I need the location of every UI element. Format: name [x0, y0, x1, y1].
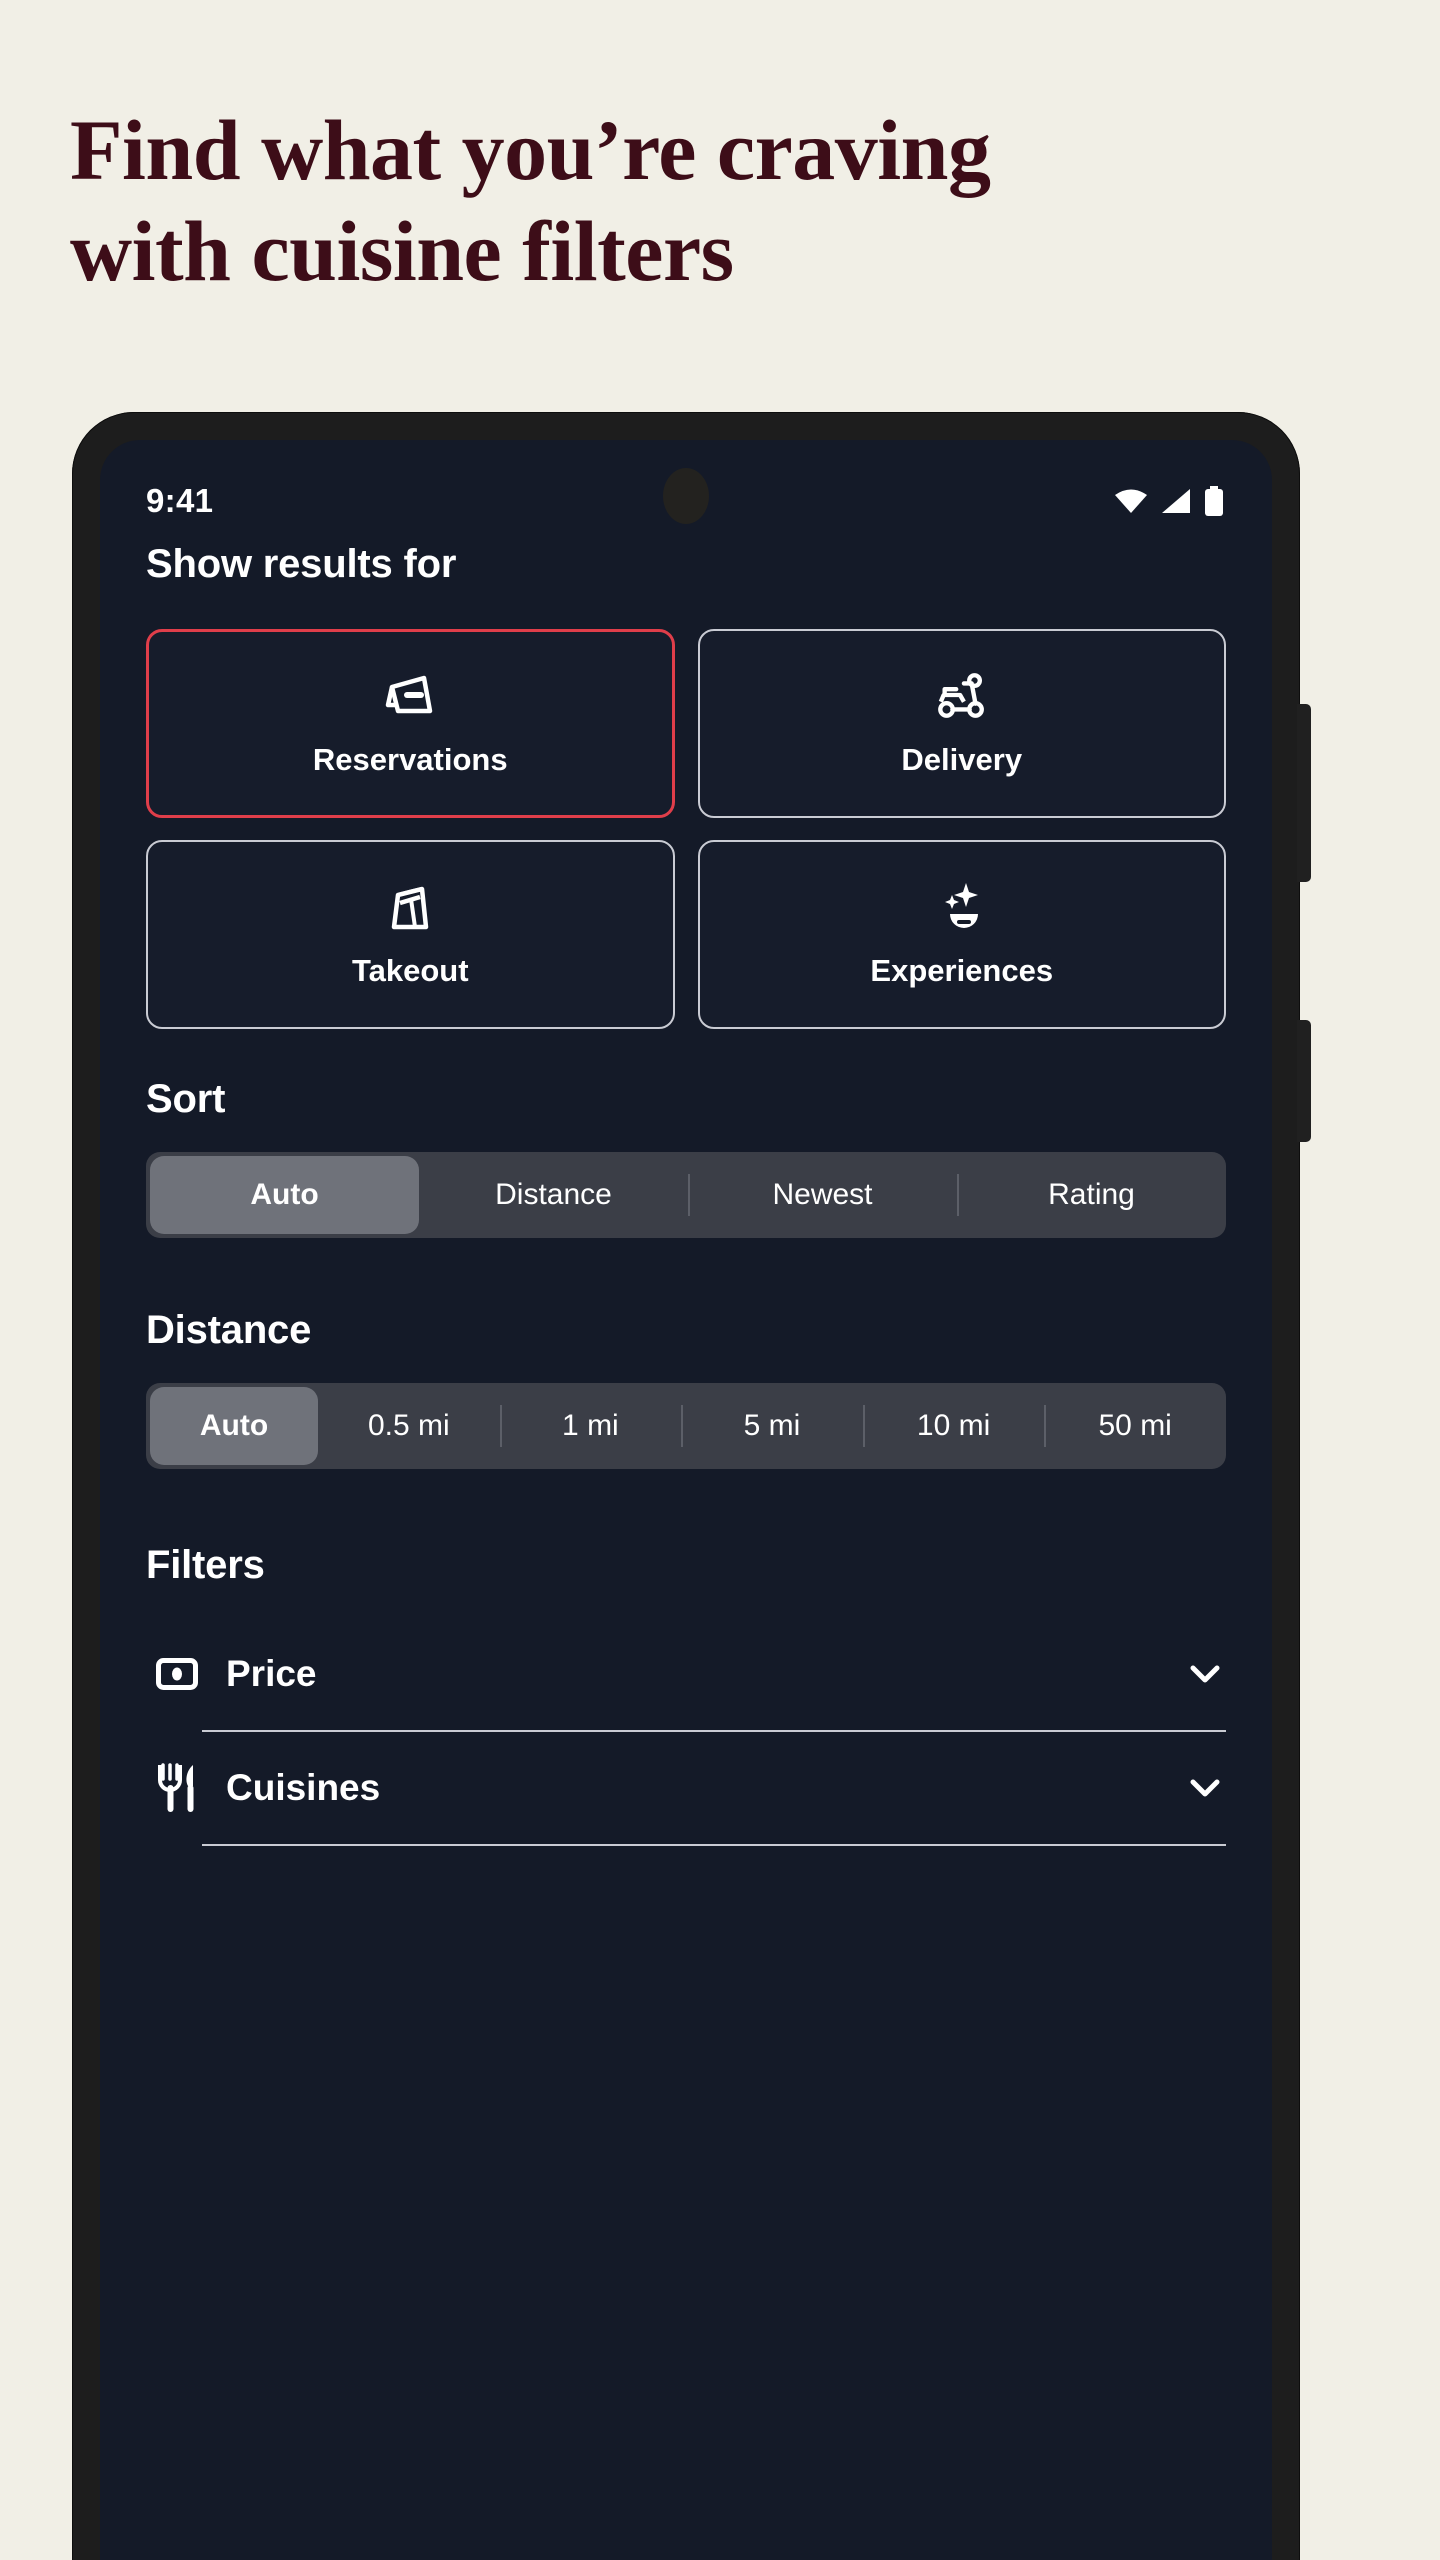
- wifi-icon: [1114, 488, 1148, 514]
- show-results-title: Show results for: [146, 542, 457, 586]
- segment-label: 1 mi: [562, 1409, 619, 1442]
- filter-label: Price: [226, 1653, 317, 1694]
- filters-panel: Show results for Reservations Delivery T…: [100, 536, 1272, 1846]
- sort-title: Sort: [146, 1077, 226, 1121]
- distance-option-0-5mi[interactable]: 0.5 mi: [318, 1383, 500, 1469]
- phone-frame: 9:41 Show results for Reservations Deliv…: [72, 412, 1311, 2560]
- headline-line-2: with cuisine filters: [70, 203, 734, 300]
- segment-label: 0.5 mi: [367, 1409, 450, 1442]
- distance-section: Distance Auto 0.5 mi 1 mi 5 mi 10 mi 50 …: [146, 1308, 1226, 1469]
- sort-option-distance[interactable]: Distance: [419, 1152, 688, 1238]
- filter-label: Cuisines: [226, 1767, 381, 1808]
- sort-section: Sort Auto Distance Newest Rating: [146, 1077, 1226, 1238]
- option-card-reservations[interactable]: Reservations: [146, 629, 675, 818]
- filters-section: Filters Price Cuisines: [146, 1543, 1226, 1846]
- chevron-down-icon[interactable]: [1190, 1665, 1220, 1684]
- phone-screen: 9:41 Show results for Reservations Deliv…: [100, 440, 1272, 2560]
- segment-label: Rating: [1048, 1178, 1135, 1211]
- filter-row-price[interactable]: Price: [146, 1618, 1226, 1730]
- distance-option-10mi[interactable]: 10 mi: [862, 1383, 1045, 1469]
- cellular-signal-icon: [1161, 488, 1191, 514]
- battery-icon: [1204, 486, 1224, 516]
- distance-title: Distance: [146, 1308, 312, 1352]
- row-divider: [202, 1844, 1226, 1846]
- segment-label: Auto: [250, 1178, 319, 1211]
- option-card-takeout[interactable]: Takeout: [146, 840, 675, 1029]
- segment-label: 10 mi: [916, 1409, 991, 1442]
- headline-line-1: Find what you’re craving: [70, 102, 991, 198]
- fork-knife-icon: [150, 1763, 204, 1813]
- scooter-icon: [935, 670, 989, 720]
- segment-label: Auto: [199, 1409, 269, 1442]
- sort-option-auto[interactable]: Auto: [150, 1156, 419, 1234]
- option-card-label: Experiences: [870, 952, 1054, 988]
- segment-label: Newest: [772, 1178, 873, 1211]
- option-card-experiences[interactable]: Experiences: [697, 840, 1226, 1029]
- phone-power-button[interactable]: [1297, 1020, 1311, 1142]
- status-bar: 9:41: [100, 466, 1272, 536]
- sort-option-newest[interactable]: Newest: [688, 1152, 957, 1238]
- reservation-card-icon: [383, 670, 437, 720]
- status-icons: [1114, 486, 1224, 516]
- show-results-options: Reservations Delivery Takeout Experience…: [146, 629, 1226, 1029]
- option-card-label: Delivery: [901, 741, 1023, 777]
- distance-segmented-control[interactable]: Auto 0.5 mi 1 mi 5 mi 10 mi 50 mi: [146, 1383, 1226, 1469]
- page-root: Find what you’re craving with cuisine fi…: [0, 0, 1440, 2560]
- money-icon: [150, 1658, 204, 1690]
- segment-label: Distance: [495, 1178, 612, 1211]
- option-card-label: Reservations: [312, 741, 508, 777]
- option-card-label: Takeout: [351, 952, 469, 988]
- distance-option-1mi[interactable]: 1 mi: [499, 1383, 682, 1469]
- takeout-bag-icon: [383, 881, 437, 931]
- sort-option-rating[interactable]: Rating: [957, 1152, 1226, 1238]
- option-card-delivery[interactable]: Delivery: [697, 629, 1226, 818]
- phone-volume-button[interactable]: [1297, 704, 1311, 882]
- sparkle-dish-icon: [935, 881, 989, 931]
- filters-title: Filters: [146, 1543, 265, 1587]
- distance-option-5mi[interactable]: 5 mi: [681, 1383, 863, 1469]
- distance-option-50mi[interactable]: 50 mi: [1044, 1383, 1226, 1469]
- segment-label: 50 mi: [1098, 1409, 1172, 1442]
- chevron-down-icon[interactable]: [1190, 1779, 1220, 1798]
- filter-row-cuisines[interactable]: Cuisines: [146, 1732, 1226, 1844]
- segment-label: 5 mi: [743, 1409, 801, 1442]
- distance-option-auto[interactable]: Auto: [150, 1387, 318, 1465]
- page-title: Find what you’re craving with cuisine fi…: [70, 100, 1350, 303]
- sort-segmented-control[interactable]: Auto Distance Newest Rating: [146, 1152, 1226, 1238]
- status-clock: 9:41: [146, 482, 214, 519]
